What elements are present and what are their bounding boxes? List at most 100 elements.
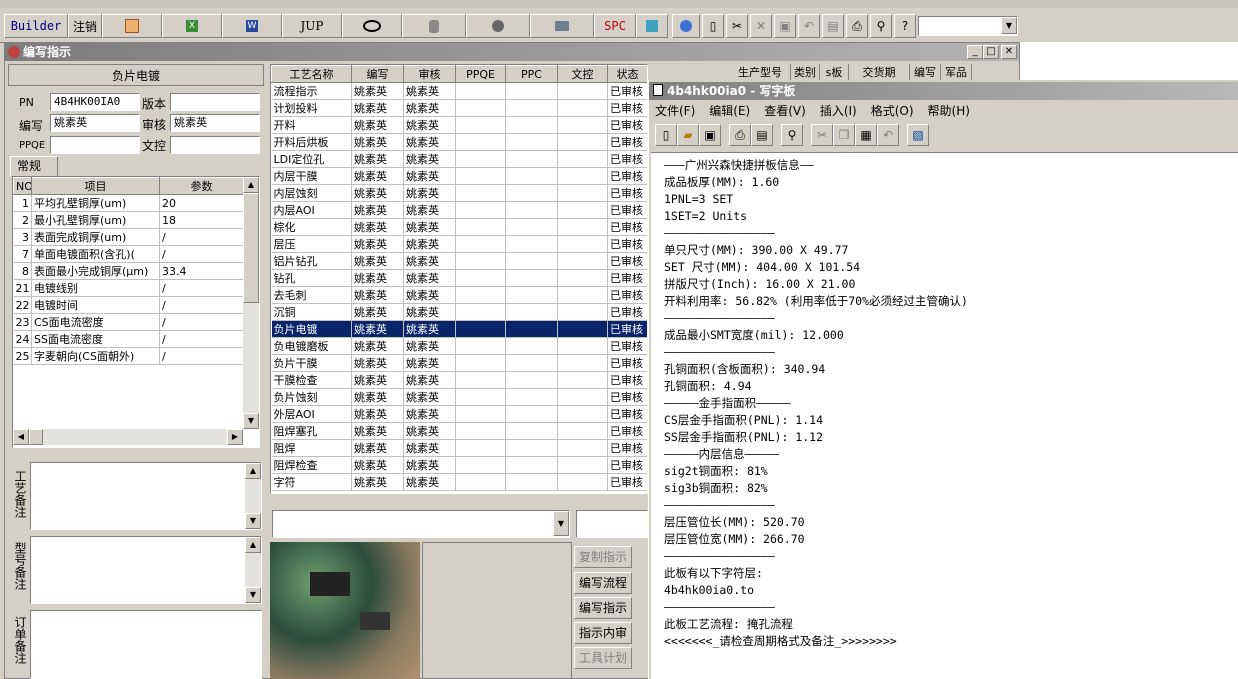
- author-field[interactable]: 姚素英: [50, 114, 140, 132]
- copy-instruction-button[interactable]: 复制指示: [574, 546, 632, 568]
- wordpad-menu-item[interactable]: 编辑(E): [709, 102, 750, 120]
- report-icon[interactable]: [102, 14, 162, 38]
- process-column-header[interactable]: 文控: [557, 65, 608, 83]
- scroll-up-icon[interactable]: ▲: [243, 177, 259, 193]
- logout-button[interactable]: 注销: [68, 14, 102, 38]
- table-row[interactable]: 负电镀磨板 姚素英 姚素英 已审核: [271, 337, 647, 355]
- save-icon[interactable]: ▣: [774, 14, 796, 38]
- print-preview-icon[interactable]: ▤: [751, 124, 773, 146]
- scroll-left-icon[interactable]: ◀: [13, 429, 29, 445]
- table-row[interactable]: 内层干膜 姚素英 姚素英 已审核: [271, 167, 647, 185]
- scroll-right-icon[interactable]: ▶: [227, 429, 243, 445]
- model-notes-field[interactable]: ▲ ▼: [30, 536, 262, 604]
- preview-icon[interactable]: ▤: [822, 14, 844, 38]
- new-doc-icon[interactable]: ▯: [702, 14, 724, 38]
- edit-flow-button[interactable]: 编写流程: [574, 572, 632, 594]
- process-column-header[interactable]: 编写: [351, 65, 404, 83]
- scroll-down-icon[interactable]: ▼: [243, 413, 259, 429]
- right-column-header[interactable]: 军品: [941, 64, 972, 80]
- builder-button[interactable]: Builder: [4, 14, 68, 38]
- scroll-up-icon[interactable]: ▲: [245, 463, 261, 479]
- eye-icon[interactable]: [342, 14, 402, 38]
- toolbar-combo[interactable]: ▼: [918, 16, 1018, 36]
- open-icon[interactable]: ▰: [677, 124, 699, 146]
- table-row[interactable]: 钻孔 姚素英 姚素英 已审核: [271, 269, 647, 287]
- table-row[interactable]: 1 平均孔壁铜厚(um) 20: [13, 194, 244, 212]
- table-row[interactable]: 21 电镀线别 /: [13, 279, 244, 297]
- computer-icon[interactable]: [530, 14, 594, 38]
- scroll-up-icon[interactable]: ▲: [245, 537, 261, 553]
- right-column-header[interactable]: 交货期: [849, 64, 910, 80]
- table-row[interactable]: 负片干膜 姚素英 姚素英 已审核: [271, 354, 647, 372]
- right-column-header[interactable]: 编写: [910, 64, 941, 80]
- process-notes-field[interactable]: ▲ ▼: [30, 462, 262, 530]
- table-row[interactable]: 23 CS面电流密度 /: [13, 313, 244, 331]
- combo-arrow-icon[interactable]: ▼: [553, 511, 569, 536]
- right-column-header[interactable]: s板: [820, 64, 849, 80]
- print-icon[interactable]: ⎙: [729, 124, 751, 146]
- table-row[interactable]: 8 表面最小完成铜厚(μm) 33.4: [13, 262, 244, 280]
- table-row[interactable]: 开料 姚素英 姚素英 已审核: [271, 116, 647, 134]
- right-column-header[interactable]: 生产型号: [730, 64, 791, 80]
- word-icon[interactable]: W: [222, 14, 282, 38]
- version-field[interactable]: [170, 93, 260, 111]
- wordpad-menu-item[interactable]: 文件(F): [655, 102, 695, 120]
- jup-button[interactable]: JUP: [282, 14, 342, 38]
- pn-field[interactable]: 4B4HK00IA0: [50, 93, 140, 111]
- hscroll-thumb[interactable]: [29, 429, 43, 445]
- find-icon[interactable]: ⚲: [870, 14, 892, 38]
- wordpad-menu-item[interactable]: 查看(V): [764, 102, 806, 120]
- tab-general[interactable]: 常规: [10, 156, 58, 176]
- params-column-header[interactable]: 项目: [31, 177, 160, 195]
- table-row[interactable]: 流程指示 姚素英 姚素英 已审核: [271, 82, 647, 100]
- process-column-header[interactable]: PPC: [505, 65, 558, 83]
- table-row[interactable]: 计划投料 姚素英 姚素英 已审核: [271, 99, 647, 117]
- process-column-header[interactable]: 工艺名称: [271, 65, 352, 83]
- table-row[interactable]: 2 最小孔壁铜厚(um) 18: [13, 211, 244, 229]
- cut-icon[interactable]: ✂: [726, 14, 748, 38]
- instruction-review-button[interactable]: 指示内审: [574, 622, 632, 644]
- find-icon[interactable]: ⚲: [781, 124, 803, 146]
- print-icon[interactable]: ⎙: [846, 14, 868, 38]
- table-row[interactable]: 字符 姚素英 姚素英 已审核: [271, 473, 647, 491]
- doc-control-field[interactable]: [170, 136, 260, 154]
- maximize-icon[interactable]: □: [983, 45, 999, 59]
- table-row[interactable]: 外层AOI 姚素英 姚素英 已审核: [271, 405, 647, 423]
- cut-icon[interactable]: ✂: [811, 124, 833, 146]
- new-icon[interactable]: ▯: [655, 124, 677, 146]
- scroll-down-icon[interactable]: ▼: [245, 513, 261, 529]
- calc-icon[interactable]: [636, 14, 668, 38]
- process-column-header[interactable]: PPQE: [455, 65, 506, 83]
- table-row[interactable]: 去毛刺 姚素英 姚素英 已审核: [271, 286, 647, 304]
- combo-arrow-icon[interactable]: ▼: [1001, 17, 1017, 34]
- wordpad-menu-item[interactable]: 插入(I): [820, 102, 857, 120]
- minimize-icon[interactable]: _: [967, 45, 983, 59]
- reviewer-field[interactable]: 姚素英: [170, 114, 260, 132]
- wordpad-menu-item[interactable]: 格式(O): [871, 102, 914, 120]
- params-column-header[interactable]: 参数: [159, 177, 244, 195]
- scroll-thumb[interactable]: [243, 193, 259, 303]
- tool-plan-button[interactable]: 工具计划: [574, 647, 632, 669]
- table-row[interactable]: 铝片钻孔 姚素英 姚素英 已审核: [271, 252, 647, 270]
- wordpad-document[interactable]: ———广州兴森快捷拼板信息—— 成品板厚(MM): 1.60 1PNL=3 SET 1…: [651, 152, 1238, 679]
- process-column-header[interactable]: 状态: [607, 65, 647, 83]
- secondary-combo[interactable]: [576, 510, 648, 538]
- table-row[interactable]: 内层蚀刻 姚素英 姚素英 已审核: [271, 184, 647, 202]
- help-icon[interactable]: ?: [894, 14, 916, 38]
- table-row[interactable]: 阻焊检查 姚素英 姚素英 已审核: [271, 456, 647, 474]
- excel-icon[interactable]: X: [162, 14, 222, 38]
- process-column-header[interactable]: 审核: [403, 65, 456, 83]
- table-row[interactable]: 阻焊 姚素英 姚素英 已审核: [271, 439, 647, 457]
- table-row[interactable]: 3 表面完成铜厚(um) /: [13, 228, 244, 246]
- table-row[interactable]: 阻焊塞孔 姚素英 姚素英 已审核: [271, 422, 647, 440]
- table-row[interactable]: 25 字麦朝向(CS面朝外) /: [13, 347, 244, 365]
- copy-icon[interactable]: ❐: [833, 124, 855, 146]
- globe-icon[interactable]: [672, 14, 700, 38]
- edit-instruction-button[interactable]: 编写指示: [574, 597, 632, 619]
- table-row[interactable]: 内层AOI 姚素英 姚素英 已审核: [271, 201, 647, 219]
- model-notes-vscroll[interactable]: ▲ ▼: [245, 537, 261, 603]
- scroll-down-icon[interactable]: ▼: [245, 587, 261, 603]
- order-notes-field[interactable]: [30, 610, 262, 679]
- undo-icon[interactable]: ↶: [877, 124, 899, 146]
- insert-object-icon[interactable]: ▧: [907, 124, 929, 146]
